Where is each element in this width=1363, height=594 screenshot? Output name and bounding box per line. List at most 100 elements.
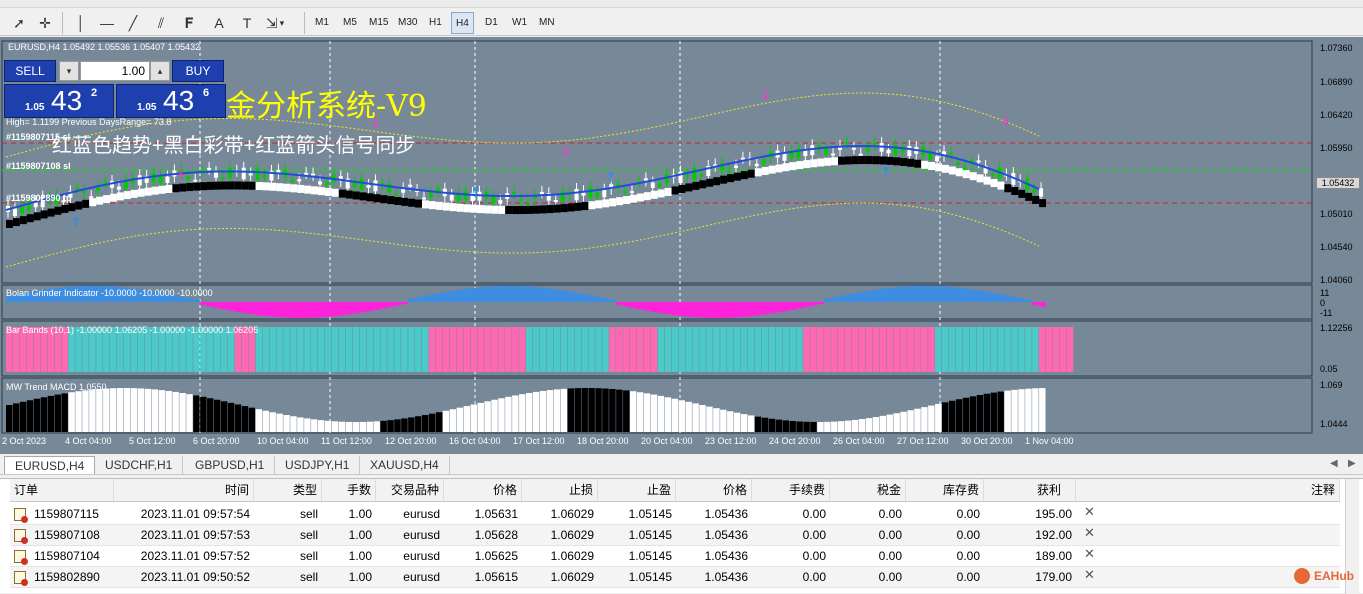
col-header-volume[interactable]: 手数 bbox=[322, 479, 376, 502]
cell-type: sell bbox=[299, 507, 318, 521]
cell-profit: 189.00 bbox=[1035, 549, 1072, 563]
cell-taxes: 0.00 bbox=[878, 549, 902, 563]
ribbon-segment bbox=[678, 184, 686, 193]
macd-bar bbox=[269, 412, 276, 432]
chart-window[interactable]: ↑ ↓ ↓ ↑ ↓ ↑ ↓ ↑ ↓ EURUSD,H4 1.05492 1.05536 1.05… bbox=[0, 37, 1363, 454]
macd-bar bbox=[428, 413, 436, 432]
col-header-swap[interactable]: 库存费 bbox=[906, 479, 984, 502]
candle-body bbox=[643, 178, 648, 181]
arrows-dropdown-icon[interactable]: ⇲ bbox=[264, 12, 286, 34]
buy-button[interactable]: BUY bbox=[172, 60, 224, 82]
macd-bar bbox=[144, 388, 152, 432]
timeframe-h4[interactable]: H4 bbox=[451, 12, 474, 34]
candle-body bbox=[214, 172, 218, 178]
cell-sl: 1.06029 bbox=[550, 528, 594, 542]
time-axis-label: 16 Oct 04:00 bbox=[449, 436, 501, 446]
macd-bar bbox=[650, 394, 658, 432]
ribbon-segment bbox=[89, 198, 97, 207]
timeframe-w1[interactable]: W1 bbox=[508, 12, 531, 34]
bar-band bbox=[636, 327, 644, 372]
close-order-icon[interactable]: ✕ bbox=[1084, 525, 1095, 541]
sell-button[interactable]: SELL bbox=[4, 60, 56, 82]
timeframe-m1[interactable]: M1 bbox=[311, 12, 333, 34]
ribbon-segment bbox=[387, 196, 395, 205]
col-header-time[interactable]: 时间 bbox=[114, 479, 254, 502]
toolbar-separator bbox=[62, 12, 63, 34]
col-header-type[interactable]: 类型 bbox=[254, 479, 322, 502]
close-order-icon[interactable]: ✕ bbox=[1084, 504, 1095, 520]
ribbon-segment bbox=[865, 156, 873, 165]
text-tool-icon[interactable]: A bbox=[208, 12, 230, 34]
macd-bar bbox=[983, 393, 991, 432]
ribbon-segment bbox=[82, 199, 90, 208]
timeframe-m15[interactable]: M15 bbox=[365, 12, 392, 34]
bolan-bar bbox=[803, 302, 811, 308]
chart-tab-usdjpy-h1[interactable]: USDJPY,H1 bbox=[275, 456, 361, 474]
horizontal-line-icon[interactable]: — bbox=[96, 12, 118, 34]
tabs-scroll-right-icon[interactable]: ▶ bbox=[1348, 458, 1356, 469]
lot-size-input[interactable]: 1.00 bbox=[80, 61, 150, 81]
chart-tab-xauusd-h4[interactable]: XAUUSD,H4 bbox=[360, 456, 450, 474]
text-label-icon[interactable]: T bbox=[236, 12, 258, 34]
bar-band bbox=[942, 327, 949, 372]
crosshair-icon[interactable]: ✛ bbox=[34, 12, 56, 34]
col-header-commission[interactable]: 手续费 bbox=[752, 479, 830, 502]
close-order-icon[interactable]: ✕ bbox=[1084, 546, 1095, 562]
timeframe-d1[interactable]: D1 bbox=[481, 12, 502, 34]
col-header-open-price[interactable]: 价格 bbox=[444, 479, 522, 502]
candle-body bbox=[366, 184, 371, 188]
bolan-bar bbox=[997, 294, 1005, 302]
col-header-taxes[interactable]: 税金 bbox=[830, 479, 906, 502]
macd-bar bbox=[33, 398, 41, 432]
timeframe-m5[interactable]: M5 bbox=[339, 12, 361, 34]
timeframe-h1[interactable]: H1 bbox=[425, 12, 446, 34]
buy-quote[interactable]: 1.05 43 6 bbox=[116, 84, 226, 118]
ribbon-segment bbox=[699, 180, 707, 189]
trade-row[interactable]: 1159807115 2023.11.01 09:57:54 sell 1.00… bbox=[10, 504, 1340, 525]
close-order-icon[interactable]: ✕ bbox=[1084, 567, 1095, 583]
chart-tab-eurusd-h4[interactable]: EURUSD,H4 bbox=[4, 456, 96, 474]
col-header-order[interactable]: 订单 bbox=[10, 479, 114, 502]
bar-band bbox=[387, 327, 394, 372]
chart-tab-gbpusd-h1[interactable]: GBPUSD,H1 bbox=[185, 456, 276, 474]
trade-row[interactable]: 1159802890 2023.11.01 09:50:52 sell 1.00… bbox=[10, 567, 1340, 588]
col-header-tp[interactable]: 止盈 bbox=[598, 479, 676, 502]
trade-row[interactable]: 1159807104 2023.11.01 09:57:52 sell 1.00… bbox=[10, 546, 1340, 567]
bar-band bbox=[422, 327, 429, 372]
time-axis-label: 2 Oct 2023 bbox=[2, 436, 47, 446]
chart-tab-usdchf-h1[interactable]: USDCHF,H1 bbox=[95, 456, 184, 474]
trendline-icon[interactable]: ╱ bbox=[122, 12, 144, 34]
sell-quote[interactable]: 1.05 43 2 bbox=[4, 84, 114, 118]
col-header-comment[interactable]: 注释 bbox=[1076, 479, 1340, 502]
ribbon-segment bbox=[997, 181, 1005, 190]
ribbon-segment bbox=[297, 184, 305, 193]
lot-increase-button[interactable]: ▴ bbox=[150, 61, 170, 81]
col-header-symbol[interactable]: 交易品种 bbox=[376, 479, 444, 502]
cursor-icon[interactable]: ➚ bbox=[8, 12, 30, 34]
order-label: #1159807108 sl bbox=[6, 161, 71, 171]
macd-bar bbox=[311, 419, 318, 432]
equidistant-channel-icon[interactable]: ⫽ bbox=[150, 12, 172, 34]
ribbon-segment bbox=[255, 182, 263, 191]
lot-decrease-button[interactable]: ▾ bbox=[59, 61, 79, 81]
time-axis-label: 18 Oct 20:00 bbox=[577, 436, 629, 446]
timeframe-mn[interactable]: MN bbox=[535, 12, 559, 34]
bolan-bar bbox=[740, 302, 748, 317]
col-header-sl[interactable]: 止损 bbox=[522, 479, 598, 502]
bar-band bbox=[879, 327, 887, 372]
vertical-line-icon[interactable]: │ bbox=[70, 12, 92, 34]
timeframe-m30[interactable]: M30 bbox=[394, 12, 421, 34]
bolan-bar bbox=[976, 290, 984, 302]
tabs-scroll-left-icon[interactable]: ◀ bbox=[1330, 458, 1338, 469]
bolan-bar bbox=[630, 302, 637, 309]
trade-row[interactable]: 1159807108 2023.11.01 09:57:53 sell 1.00… bbox=[10, 525, 1340, 546]
bolan-bar bbox=[505, 286, 513, 302]
bolan-bar bbox=[491, 286, 499, 302]
bar-band bbox=[338, 327, 346, 372]
col-header-current-price[interactable]: 价格 bbox=[676, 479, 752, 502]
macd-bar bbox=[318, 420, 325, 432]
bar-band bbox=[699, 327, 706, 372]
bar-band bbox=[546, 327, 554, 372]
fibonacci-icon[interactable]: 𝐅 bbox=[178, 12, 200, 34]
col-header-profit[interactable]: 获利 bbox=[984, 479, 1076, 502]
